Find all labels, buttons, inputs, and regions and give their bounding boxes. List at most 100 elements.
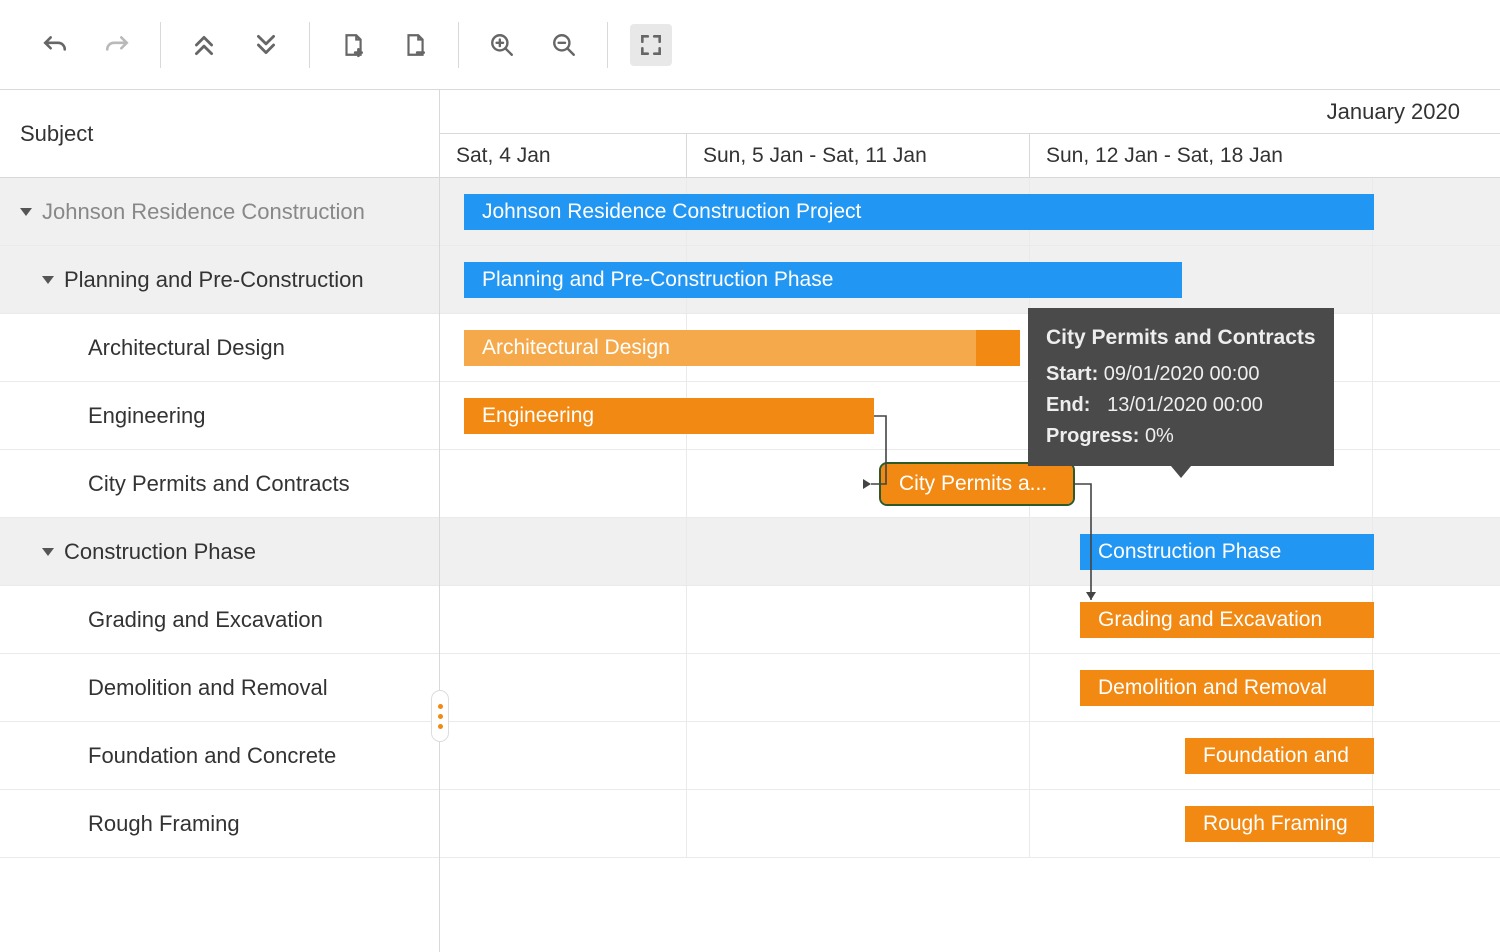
task-tree-label: Construction Phase: [64, 539, 256, 565]
gantt-day-cell: [687, 586, 1030, 653]
gantt-task-bar[interactable]: City Permits a...: [881, 464, 1073, 504]
tooltip-title: City Permits and Contracts: [1046, 322, 1316, 355]
gantt-row: Engineering: [440, 382, 1500, 450]
page-minus-icon: [402, 32, 428, 58]
pane-resizer[interactable]: [431, 690, 449, 742]
chevron-double-up-icon: [191, 32, 217, 58]
fullscreen-icon: [638, 32, 664, 58]
gantt-row: City Permits a...: [440, 450, 1500, 518]
task-tree-label: Foundation and Concrete: [88, 743, 336, 769]
gantt-row: Foundation and: [440, 722, 1500, 790]
gantt-task-bar[interactable]: Architectural Design: [464, 330, 1020, 366]
gantt-day-cell: [687, 654, 1030, 721]
task-tree-row[interactable]: Foundation and Concrete: [0, 722, 439, 790]
zoom-out-icon: [551, 32, 577, 58]
zoom-in-icon: [489, 32, 515, 58]
gantt-day-cell: [687, 790, 1030, 857]
redo-button[interactable]: [96, 24, 138, 66]
gantt-row: Demolition and Removal: [440, 654, 1500, 722]
task-tree-row[interactable]: Rough Framing: [0, 790, 439, 858]
gantt-summary-bar[interactable]: Johnson Residence Construction Project: [464, 194, 1374, 230]
gantt-row: Rough Framing: [440, 790, 1500, 858]
task-tree-label: Johnson Residence Construction: [42, 199, 365, 225]
gantt-day-cell: [687, 722, 1030, 789]
gantt-bar-label: Construction Phase: [1098, 540, 1281, 564]
gantt-bar-label: City Permits a...: [899, 472, 1047, 496]
task-tree-row[interactable]: City Permits and Contracts: [0, 450, 439, 518]
zoom-out-button[interactable]: [543, 24, 585, 66]
month-label: January 2020: [1327, 99, 1460, 125]
chevron-double-down-icon: [253, 32, 279, 58]
task-tree-row[interactable]: Planning and Pre-Construction: [0, 246, 439, 314]
gantt-day-cell: [687, 518, 1030, 585]
tooltip-progress-label: Progress:: [1046, 425, 1139, 447]
redo-icon: [104, 32, 130, 58]
task-tree-label: Architectural Design: [88, 335, 285, 361]
gantt-task-bar[interactable]: Engineering: [464, 398, 874, 434]
gantt-bar-label: Demolition and Removal: [1098, 676, 1327, 700]
zoom-in-button[interactable]: [481, 24, 523, 66]
tooltip-start-value: 09/01/2020 00:00: [1104, 363, 1260, 385]
gantt-row: Construction Phase: [440, 518, 1500, 586]
timescale-column[interactable]: Sun, 5 Jan - Sat, 11 Jan: [687, 134, 1030, 177]
gantt-task-bar[interactable]: Demolition and Removal: [1080, 670, 1374, 706]
gantt-row: Architectural Design: [440, 314, 1500, 382]
task-tooltip: City Permits and Contracts Start: 09/01/…: [1028, 308, 1334, 466]
task-tree-row[interactable]: Demolition and Removal: [0, 654, 439, 722]
tooltip-progress-value: 0%: [1145, 425, 1174, 447]
gantt-bar-label: Grading and Excavation: [1098, 608, 1322, 632]
chevron-down-icon[interactable]: [42, 276, 54, 284]
gantt-bar-label: Planning and Pre-Construction Phase: [482, 268, 833, 292]
toolbar: [0, 0, 1500, 90]
chevron-down-icon[interactable]: [20, 208, 32, 216]
page-plus-icon: [340, 32, 366, 58]
expand-all-button[interactable]: [245, 24, 287, 66]
gantt-bar-label: Engineering: [482, 404, 594, 428]
gantt-day-cell: [440, 518, 687, 585]
tooltip-start-label: Start:: [1046, 363, 1098, 385]
task-tree-row[interactable]: Engineering: [0, 382, 439, 450]
gantt-day-cell: [440, 450, 687, 517]
gantt-day-cell: [440, 722, 687, 789]
task-tree-row[interactable]: Johnson Residence Construction: [0, 178, 439, 246]
gantt-bar-label: Architectural Design: [482, 336, 670, 360]
timescale-column-label: Sat, 4 Jan: [456, 144, 551, 168]
gantt-row: Planning and Pre-Construction Phase: [440, 246, 1500, 314]
collapse-all-button[interactable]: [183, 24, 225, 66]
task-tree-pane: Subject Johnson Residence Construction Pl…: [0, 90, 440, 952]
task-tree-label: Grading and Excavation: [88, 607, 323, 633]
gantt-task-bar[interactable]: Rough Framing: [1185, 806, 1374, 842]
timescale-month: January 2020: [440, 90, 1500, 134]
gantt-pane: January 2020 Sat, 4 Jan Sun, 5 Jan - Sat,…: [440, 90, 1500, 952]
remove-task-button[interactable]: [394, 24, 436, 66]
gantt-bar-label: Rough Framing: [1203, 812, 1348, 836]
gantt-summary-bar[interactable]: Planning and Pre-Construction Phase: [464, 262, 1182, 298]
timescale-column[interactable]: Sat, 4 Jan: [440, 134, 687, 177]
task-tree-row[interactable]: Construction Phase: [0, 518, 439, 586]
gantt-task-bar[interactable]: Grading and Excavation: [1080, 602, 1374, 638]
task-tree-label: Demolition and Removal: [88, 675, 328, 701]
gantt-bar-label: Foundation and: [1203, 744, 1349, 768]
subject-header-label: Subject: [20, 121, 93, 147]
task-tree-label: Rough Framing: [88, 811, 240, 837]
task-tree-label: Planning and Pre-Construction: [64, 267, 364, 293]
add-task-button[interactable]: [332, 24, 374, 66]
timescale-column[interactable]: Sun, 12 Jan - Sat, 18 Jan: [1030, 134, 1373, 177]
gantt-day-cell: [440, 586, 687, 653]
gantt-row: Johnson Residence Construction Project: [440, 178, 1500, 246]
gantt-task-bar[interactable]: Foundation and: [1185, 738, 1374, 774]
undo-button[interactable]: [34, 24, 76, 66]
timescale-column-label: Sun, 5 Jan - Sat, 11 Jan: [703, 144, 927, 168]
timescale-column-label: Sun, 12 Jan - Sat, 18 Jan: [1046, 144, 1283, 168]
task-tree-row[interactable]: Grading and Excavation: [0, 586, 439, 654]
chevron-down-icon[interactable]: [42, 548, 54, 556]
gantt-day-cell: [440, 654, 687, 721]
fullscreen-button[interactable]: [630, 24, 672, 66]
gantt-day-cell: [440, 790, 687, 857]
task-tree-label: City Permits and Contracts: [88, 471, 350, 497]
gantt-bar-label: Johnson Residence Construction Project: [482, 200, 861, 224]
task-tree-row[interactable]: Architectural Design: [0, 314, 439, 382]
gantt-summary-bar[interactable]: Construction Phase: [1080, 534, 1374, 570]
subject-column-header[interactable]: Subject: [0, 90, 439, 178]
task-tree-label: Engineering: [88, 403, 205, 429]
